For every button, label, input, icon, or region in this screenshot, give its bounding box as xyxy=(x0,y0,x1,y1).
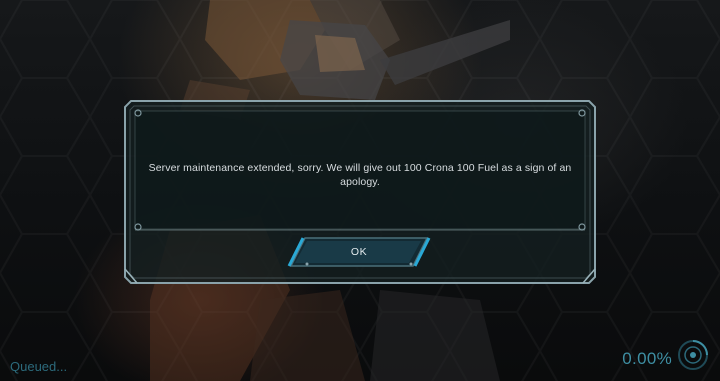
dialog-message: Server maintenance extended, sorry. We w… xyxy=(148,162,572,188)
ok-button[interactable]: OK xyxy=(287,236,431,268)
spinner-icon xyxy=(678,340,708,370)
maintenance-dialog: Server maintenance extended, sorry. We w… xyxy=(123,99,597,285)
game-screen: Server maintenance extended, sorry. We w… xyxy=(0,0,720,381)
ok-button-label: OK xyxy=(350,246,368,258)
queue-status: Queued... xyxy=(10,359,68,374)
progress-percentage: 0.00% xyxy=(622,349,672,368)
